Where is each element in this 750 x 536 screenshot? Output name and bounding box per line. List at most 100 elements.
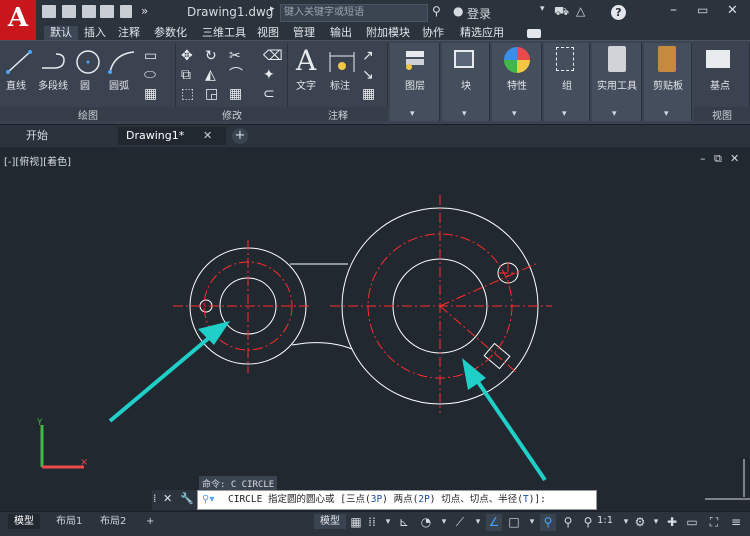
array-icon[interactable]: ▦: [229, 86, 242, 102]
text-tool-button[interactable]: 文字: [296, 77, 316, 92]
model-space-button[interactable]: 模型: [314, 514, 346, 529]
object-snap-tracking-icon[interactable]: ∠: [486, 514, 502, 531]
chevron-down-icon[interactable]: ▾: [524, 514, 540, 531]
minimize-icon[interactable]: –: [670, 2, 677, 18]
qat-overflow-icon[interactable]: »: [141, 4, 148, 18]
layout-tab-2[interactable]: 布局2: [94, 514, 132, 529]
workspace-gear-icon[interactable]: ⚙: [632, 514, 648, 531]
explode-icon[interactable]: ✦: [263, 67, 275, 83]
scale-icon[interactable]: ◲: [205, 86, 218, 102]
properties-expand-icon[interactable]: ▾: [512, 109, 517, 119]
trim-icon[interactable]: ✂: [229, 48, 241, 64]
erase-icon[interactable]: ⌫: [263, 48, 283, 64]
command-grip-icon[interactable]: ⁞: [153, 492, 157, 505]
leader-icon[interactable]: ↗: [362, 48, 374, 64]
chevron-down-icon[interactable]: ▾: [470, 514, 486, 531]
groups-expand-icon[interactable]: ▾: [562, 109, 567, 119]
polar-icon[interactable]: ◔: [418, 514, 434, 531]
tab-manage[interactable]: 管理: [293, 26, 315, 40]
snap-icon[interactable]: ⁞⁞: [364, 514, 380, 531]
arc-tool-button[interactable]: 圆弧: [109, 77, 129, 92]
table-icon[interactable]: ▦: [362, 86, 375, 102]
layout-tab-1[interactable]: 布局1: [50, 514, 88, 529]
tab-output[interactable]: 输出: [330, 26, 352, 40]
tab-addins[interactable]: 附加模块: [366, 26, 410, 40]
ortho-icon[interactable]: ⊾: [396, 514, 412, 531]
mirror-icon[interactable]: ◭: [205, 67, 216, 83]
command-option-ttr[interactable]: ) 切点、切点、半径(: [430, 494, 523, 505]
rotate-icon[interactable]: ↻: [205, 48, 217, 64]
block-expand-icon[interactable]: ▾: [462, 109, 467, 119]
clipboard-expand-icon[interactable]: ▾: [664, 109, 669, 119]
annotation-scale-icon[interactable]: ⚲: [580, 514, 596, 531]
offset-icon[interactable]: ⊂: [263, 86, 275, 102]
tab-featured-apps[interactable]: 精选应用: [460, 26, 504, 40]
hatch-icon[interactable]: ▦: [144, 86, 157, 102]
base-tool-button[interactable]: 基点: [700, 77, 740, 92]
stretch-icon[interactable]: ⬚: [181, 86, 194, 102]
user-icon[interactable]: ●: [453, 4, 463, 18]
modify-panel-label[interactable]: 修改: [176, 107, 288, 122]
plus-icon[interactable]: ✚: [664, 514, 680, 531]
binoculars-icon[interactable]: ⚲: [432, 4, 441, 18]
new-icon[interactable]: [42, 5, 56, 18]
tab-view[interactable]: 视图: [257, 26, 279, 40]
monitor-icon[interactable]: ▭: [684, 514, 700, 531]
chevron-down-icon[interactable]: ▾: [648, 514, 664, 531]
command-option-2p[interactable]: ) 两点(: [382, 494, 418, 505]
command-search-icon[interactable]: ⚲▾: [202, 494, 214, 505]
multileader-icon[interactable]: ↘: [362, 67, 374, 83]
copy-icon[interactable]: ⧉: [181, 67, 191, 83]
chevron-down-icon[interactable]: ▾: [380, 514, 396, 531]
close-tab-icon[interactable]: ✕: [203, 129, 212, 142]
tab-insert[interactable]: 插入: [84, 26, 106, 40]
save-icon[interactable]: [82, 5, 96, 18]
auto-scale-icon[interactable]: ⚲: [560, 514, 576, 531]
tab-3d-tools[interactable]: 三维工具: [202, 26, 246, 40]
fullscreen-icon[interactable]: ⛶: [706, 514, 722, 531]
command-close-icon[interactable]: ✕: [163, 492, 172, 505]
tab-annotate[interactable]: 注释: [118, 26, 140, 40]
rectangle-icon[interactable]: ▭: [144, 48, 157, 64]
command-key-3p[interactable]: 3P: [371, 494, 382, 505]
close-icon[interactable]: ✕: [727, 3, 738, 18]
command-key-2p[interactable]: 2P: [418, 494, 429, 505]
polyline-tool-button[interactable]: 多段线: [38, 77, 68, 92]
plot-icon[interactable]: [120, 5, 132, 18]
fillet-icon[interactable]: ⌒: [229, 67, 243, 83]
chevron-down-icon[interactable]: ▾: [436, 514, 452, 531]
chevron-down-icon[interactable]: ▾: [540, 4, 545, 14]
layers-expand-icon[interactable]: ▾: [410, 109, 415, 119]
layout-tab-model[interactable]: 模型: [8, 514, 40, 529]
grid-icon[interactable]: ▦: [348, 514, 364, 531]
command-line-input[interactable]: CIRCLE 指定圆的圆心或 [三点(3P) 两点(2P) 切点、切点、半径(T…: [197, 490, 597, 510]
command-option-3p[interactable]: 三点(: [346, 494, 371, 505]
video-icon[interactable]: [527, 29, 541, 38]
customize-menu-icon[interactable]: ≡: [728, 514, 744, 531]
command-customize-icon[interactable]: 🔧: [180, 492, 194, 505]
cart-icon[interactable]: ⛟: [554, 4, 569, 20]
tab-default[interactable]: 默认: [44, 26, 78, 40]
login-link[interactable]: 登录: [467, 5, 491, 22]
help-button[interactable]: ?: [611, 5, 626, 20]
tab-start[interactable]: 开始: [18, 127, 56, 145]
annotation-scale-value[interactable]: 1:1: [597, 515, 613, 526]
tab-collaborate[interactable]: 协作: [422, 26, 444, 40]
new-tab-button[interactable]: +: [232, 128, 248, 144]
search-input[interactable]: 键入关键字或短语: [280, 4, 428, 22]
circle-tool-button[interactable]: 圆: [80, 77, 90, 92]
isodraft-icon[interactable]: ⟋: [452, 514, 468, 531]
ellipse-icon[interactable]: ⬭: [144, 67, 156, 83]
autodesk-icon[interactable]: △: [576, 4, 585, 18]
open-icon[interactable]: [62, 5, 76, 18]
osnap-icon[interactable]: □: [506, 514, 522, 531]
move-icon[interactable]: ✥: [181, 48, 193, 64]
dimension-tool-button[interactable]: 标注: [330, 77, 350, 92]
restore-icon[interactable]: ▭: [697, 3, 708, 17]
add-layout-button[interactable]: +: [140, 514, 160, 529]
utilities-expand-icon[interactable]: ▾: [612, 109, 617, 119]
draw-panel-label[interactable]: 绘图: [0, 107, 176, 122]
app-menu-button[interactable]: A: [0, 0, 36, 40]
annotation-visibility-icon[interactable]: ⚲: [540, 514, 556, 531]
tab-parametric[interactable]: 参数化: [154, 26, 187, 40]
